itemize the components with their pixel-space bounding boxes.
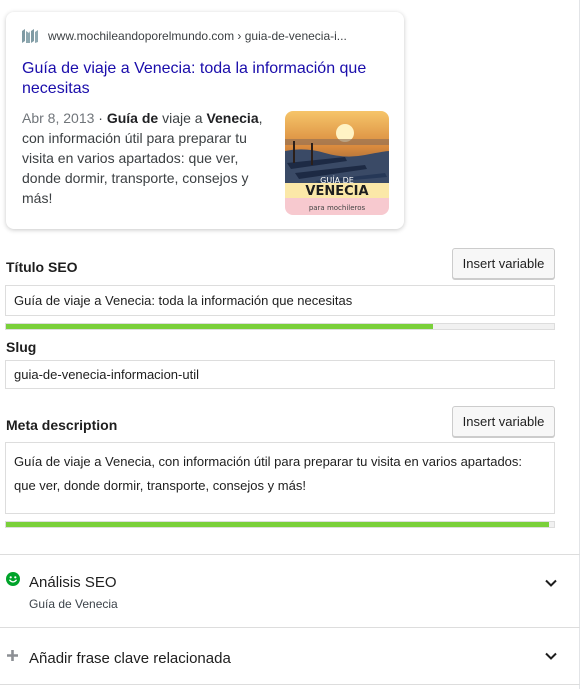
meta-description-progress <box>5 521 555 528</box>
preview-url: www.mochileandoporelmundo.com › guia-de-… <box>48 29 347 43</box>
add-related-keyphrase-toggle[interactable]: Añadir frase clave relacionada <box>0 628 580 684</box>
meta-description-textarea[interactable]: Guía de viaje a Venecia, con información… <box>5 442 555 514</box>
insert-variable-button-title[interactable]: Insert variable <box>452 248 555 279</box>
seo-title-progress <box>5 323 555 330</box>
plus-icon <box>6 649 19 662</box>
preview-url-row: www.mochileandoporelmundo.com › guia-de-… <box>22 29 347 43</box>
add-related-keyphrase-title: Añadir frase clave relacionada <box>29 650 231 667</box>
chevron-down-icon <box>544 576 558 590</box>
seo-analysis-title: Análisis SEO <box>29 574 117 591</box>
preview-desc-bold-1: Guía de <box>106 110 159 126</box>
insert-variable-button-meta[interactable]: Insert variable <box>452 406 555 437</box>
preview-description: Abr 8, 2013 · Guía de viaje a Venecia, c… <box>22 108 270 208</box>
google-preview-card: www.mochileandoporelmundo.com › guia-de-… <box>6 12 404 229</box>
chevron-down-icon <box>544 649 558 663</box>
seo-analysis-keyphrase: Guía de Venecia <box>29 597 118 611</box>
slug-label: Slug <box>6 339 37 355</box>
thumb-text-main: VENECIA <box>305 184 368 199</box>
slug-input[interactable]: guia-de-venecia-informacion-util <box>5 360 555 389</box>
seo-analysis-toggle[interactable]: Análisis SEO Guía de Venecia <box>0 555 580 627</box>
smiley-good-icon <box>6 572 20 586</box>
seo-title-input[interactable]: Guía de viaje a Venecia: toda la informa… <box>5 285 555 316</box>
site-favicon-icon <box>22 29 38 43</box>
meta-description-progress-fill <box>6 522 549 527</box>
preview-thumbnail: GUÍA DE VENECIA para mochileros <box>285 111 389 215</box>
preview-separator: · <box>94 110 107 126</box>
section-divider <box>0 684 580 685</box>
preview-desc-mid: viaje a <box>158 110 207 126</box>
thumb-text-sub: para mochileros <box>309 204 366 212</box>
seo-title-label: Título SEO <box>6 259 78 275</box>
preview-date: Abr 8, 2013 <box>22 110 95 126</box>
seo-title-progress-fill <box>6 324 434 329</box>
preview-title[interactable]: Guía de viaje a Venecia: toda la informa… <box>22 59 382 99</box>
preview-desc-bold-2: Venecia <box>206 110 259 126</box>
meta-description-label: Meta description <box>6 417 118 433</box>
